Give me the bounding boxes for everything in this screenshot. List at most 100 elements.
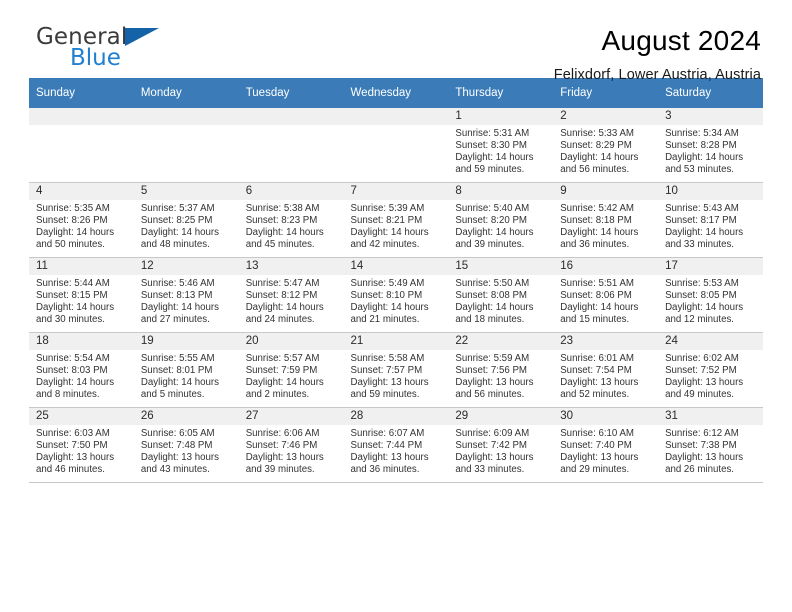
calendar-week-row: 11 Sunrise: 5:44 AM Sunset: 8:15 PM Dayligh… (29, 257, 763, 333)
day-cell-inner: 1 Sunrise: 5:31 AM Sunset: 8:30 PM Daylight… (448, 108, 554, 182)
calendar-day-cell[interactable]: 29 Sunrise: 6:09 AM Sunset: 7:42 PM Dayligh… (448, 407, 554, 483)
day-details: Sunrise: 5:51 AM Sunset: 8:06 PM Daylight:… (553, 275, 658, 326)
day-cell-inner: 9 Sunrise: 5:42 AM Sunset: 8:18 PM Daylight… (553, 183, 659, 257)
calendar-day-cell[interactable]: 25 Sunrise: 6:03 AM Sunset: 7:50 PM Dayligh… (29, 407, 134, 483)
calendar-day-cell[interactable]: 2 Sunrise: 5:33 AM Sunset: 8:29 PM Daylight… (553, 108, 659, 183)
day-number: 22 (448, 333, 554, 350)
sunset-text: Sunset: 7:40 PM (560, 440, 632, 452)
daylight-text-line1: Daylight: 14 hours (560, 227, 639, 239)
day-details: Sunrise: 6:06 AM Sunset: 7:46 PM Daylight:… (239, 425, 344, 476)
sunrise-text: Sunrise: 5:42 AM (560, 203, 634, 214)
day-details: Sunrise: 6:10 AM Sunset: 7:40 PM Daylight:… (553, 425, 658, 476)
sunset-text: Sunset: 8:13 PM (140, 290, 213, 302)
calendar-day-cell[interactable]: 1 Sunrise: 5:31 AM Sunset: 8:30 PM Daylight… (448, 108, 554, 183)
calendar-day-cell[interactable]: 18 Sunrise: 5:54 AM Sunset: 8:03 PM Dayligh… (29, 332, 134, 408)
calendar-day-cell[interactable]: 15 Sunrise: 5:50 AM Sunset: 8:08 PM Dayligh… (448, 257, 554, 333)
day-number: 8 (448, 183, 554, 200)
day-cell-inner: 29 Sunrise: 6:09 AM Sunset: 7:42 PM Dayligh… (448, 408, 554, 482)
calendar-day-cell[interactable]: 24 Sunrise: 6:02 AM Sunset: 7:52 PM Dayligh… (658, 332, 763, 408)
calendar-day-cell[interactable]: 26 Sunrise: 6:05 AM Sunset: 7:48 PM Dayligh… (133, 407, 239, 483)
calendar-body: 1 Sunrise: 5:31 AM Sunset: 8:30 PM Daylight… (29, 108, 763, 483)
daylight-text-line2: and 8 minutes. (36, 389, 100, 401)
calendar-day-cell[interactable]: 12 Sunrise: 5:46 AM Sunset: 8:13 PM Dayligh… (133, 257, 239, 333)
logo-flag-icon (125, 28, 160, 46)
calendar-day-cell[interactable]: 13 Sunrise: 5:47 AM Sunset: 8:12 PM Dayligh… (238, 257, 344, 333)
daylight-text-line1: Daylight: 13 hours (455, 452, 534, 464)
calendar-day-cell[interactable]: 16 Sunrise: 5:51 AM Sunset: 8:06 PM Dayligh… (553, 257, 659, 333)
logo-text-general: General (36, 24, 128, 50)
sunrise-text: Sunrise: 5:40 AM (455, 203, 530, 214)
calendar-day-cell[interactable]: 17 Sunrise: 5:53 AM Sunset: 8:05 PM Dayligh… (658, 257, 763, 333)
day-details: Sunrise: 6:02 AM Sunset: 7:52 PM Daylight:… (658, 350, 763, 401)
daylight-text-line1: Daylight: 13 hours (560, 452, 639, 464)
sunrise-text: Sunrise: 6:05 AM (140, 428, 215, 439)
daylight-text-line1: Daylight: 13 hours (350, 452, 429, 464)
day-number (343, 108, 449, 125)
calendar-day-cell[interactable]: 28 Sunrise: 6:07 AM Sunset: 7:44 PM Dayligh… (343, 407, 449, 483)
sunrise-text: Sunrise: 6:03 AM (36, 428, 110, 439)
daylight-text-line1: Daylight: 13 hours (665, 452, 744, 464)
daylight-text-line2: and 21 minutes. (350, 314, 420, 326)
day-cell-inner: 16 Sunrise: 5:51 AM Sunset: 8:06 PM Dayligh… (553, 258, 659, 332)
daylight-text-line2: and 42 minutes. (350, 239, 420, 251)
calendar-day-cell[interactable]: 20 Sunrise: 5:57 AM Sunset: 7:59 PM Dayligh… (238, 332, 344, 408)
calendar-day-cell[interactable]: 10 Sunrise: 5:43 AM Sunset: 8:17 PM Dayligh… (658, 182, 763, 258)
sunrise-text: Sunrise: 5:53 AM (665, 278, 739, 289)
day-cell-inner: 18 Sunrise: 5:54 AM Sunset: 8:03 PM Dayligh… (29, 333, 134, 407)
location-subtitle: Felixdorf, Lower Austria, Austria (553, 67, 761, 84)
sunset-text: Sunset: 8:01 PM (140, 365, 213, 377)
calendar-day-cell[interactable]: 19 Sunrise: 5:55 AM Sunset: 8:01 PM Dayligh… (133, 332, 239, 408)
day-number: 25 (29, 408, 134, 425)
day-number: 29 (448, 408, 554, 425)
day-number: 30 (553, 408, 659, 425)
daylight-text-line1: Daylight: 14 hours (455, 302, 534, 314)
calendar-empty-cell (29, 108, 134, 183)
daylight-text-line2: and 18 minutes. (455, 314, 525, 326)
sunrise-text: Sunrise: 5:44 AM (36, 278, 110, 289)
daylight-text-line1: Daylight: 14 hours (140, 302, 219, 314)
general-blue-logo[interactable]: General Blue (29, 24, 160, 70)
daylight-text-line2: and 52 minutes. (560, 389, 630, 401)
calendar-day-cell[interactable]: 27 Sunrise: 6:06 AM Sunset: 7:46 PM Dayligh… (238, 407, 344, 483)
calendar-day-cell[interactable]: 22 Sunrise: 5:59 AM Sunset: 7:56 PM Dayligh… (448, 332, 554, 408)
calendar-day-cell[interactable]: 6 Sunrise: 5:38 AM Sunset: 8:23 PM Daylight… (238, 182, 344, 258)
daylight-text-line1: Daylight: 14 hours (350, 302, 429, 314)
calendar-day-cell[interactable]: 21 Sunrise: 5:58 AM Sunset: 7:57 PM Dayligh… (343, 332, 449, 408)
sunrise-text: Sunrise: 6:12 AM (665, 428, 739, 439)
day-details: Sunrise: 5:50 AM Sunset: 8:08 PM Daylight:… (448, 275, 553, 326)
calendar-day-cell[interactable]: 7 Sunrise: 5:39 AM Sunset: 8:21 PM Daylight… (343, 182, 449, 258)
calendar-day-cell[interactable]: 30 Sunrise: 6:10 AM Sunset: 7:40 PM Dayligh… (553, 407, 659, 483)
daylight-text-line2: and 53 minutes. (665, 164, 734, 176)
day-cell-inner: 12 Sunrise: 5:46 AM Sunset: 8:13 PM Dayligh… (133, 258, 239, 332)
calendar-page: General Blue August 2024 Felixdorf, Lowe… (0, 0, 792, 612)
day-cell-inner: 10 Sunrise: 5:43 AM Sunset: 8:17 PM Dayligh… (658, 183, 763, 257)
calendar-day-cell[interactable]: 9 Sunrise: 5:42 AM Sunset: 8:18 PM Daylight… (553, 182, 659, 258)
calendar-day-cell[interactable]: 11 Sunrise: 5:44 AM Sunset: 8:15 PM Dayligh… (29, 257, 134, 333)
day-number: 14 (343, 258, 449, 275)
calendar-day-cell[interactable]: 5 Sunrise: 5:37 AM Sunset: 8:25 PM Daylight… (133, 182, 239, 258)
calendar-day-cell[interactable]: 8 Sunrise: 5:40 AM Sunset: 8:20 PM Daylight… (448, 182, 554, 258)
daylight-text-line2: and 12 minutes. (665, 314, 734, 326)
calendar-day-cell[interactable]: 31 Sunrise: 6:12 AM Sunset: 7:38 PM Dayligh… (658, 407, 763, 483)
calendar-week-row: 1 Sunrise: 5:31 AM Sunset: 8:30 PM Daylight… (29, 108, 763, 183)
calendar-empty-cell (133, 108, 239, 183)
calendar-day-cell[interactable]: 3 Sunrise: 5:34 AM Sunset: 8:28 PM Daylight… (658, 108, 763, 183)
daylight-text-line1: Daylight: 13 hours (455, 377, 534, 389)
sunrise-text: Sunrise: 5:50 AM (455, 278, 530, 289)
daylight-text-line2: and 45 minutes. (245, 239, 315, 251)
day-cell-inner: 15 Sunrise: 5:50 AM Sunset: 8:08 PM Dayligh… (448, 258, 554, 332)
day-number: 1 (448, 108, 554, 125)
calendar-day-cell[interactable]: 14 Sunrise: 5:49 AM Sunset: 8:10 PM Dayligh… (343, 257, 449, 333)
daylight-text-line1: Daylight: 14 hours (245, 377, 324, 389)
day-cell-inner: 22 Sunrise: 5:59 AM Sunset: 7:56 PM Dayligh… (448, 333, 554, 407)
daylight-text-line2: and 36 minutes. (560, 239, 630, 251)
day-number: 13 (238, 258, 344, 275)
day-details: Sunrise: 5:46 AM Sunset: 8:13 PM Daylight:… (134, 275, 239, 326)
day-details: Sunrise: 6:12 AM Sunset: 7:38 PM Daylight:… (658, 425, 763, 476)
calendar-table: Sunday Monday Tuesday Wednesday Thursday… (29, 78, 763, 483)
calendar-day-cell[interactable]: 4 Sunrise: 5:35 AM Sunset: 8:26 PM Daylight… (29, 182, 134, 258)
day-details: Sunrise: 5:59 AM Sunset: 7:56 PM Daylight:… (448, 350, 553, 401)
calendar-day-cell[interactable]: 23 Sunrise: 6:01 AM Sunset: 7:54 PM Dayligh… (553, 332, 659, 408)
day-number: 3 (658, 108, 763, 125)
day-details: Sunrise: 5:54 AM Sunset: 8:03 PM Daylight:… (29, 350, 134, 401)
